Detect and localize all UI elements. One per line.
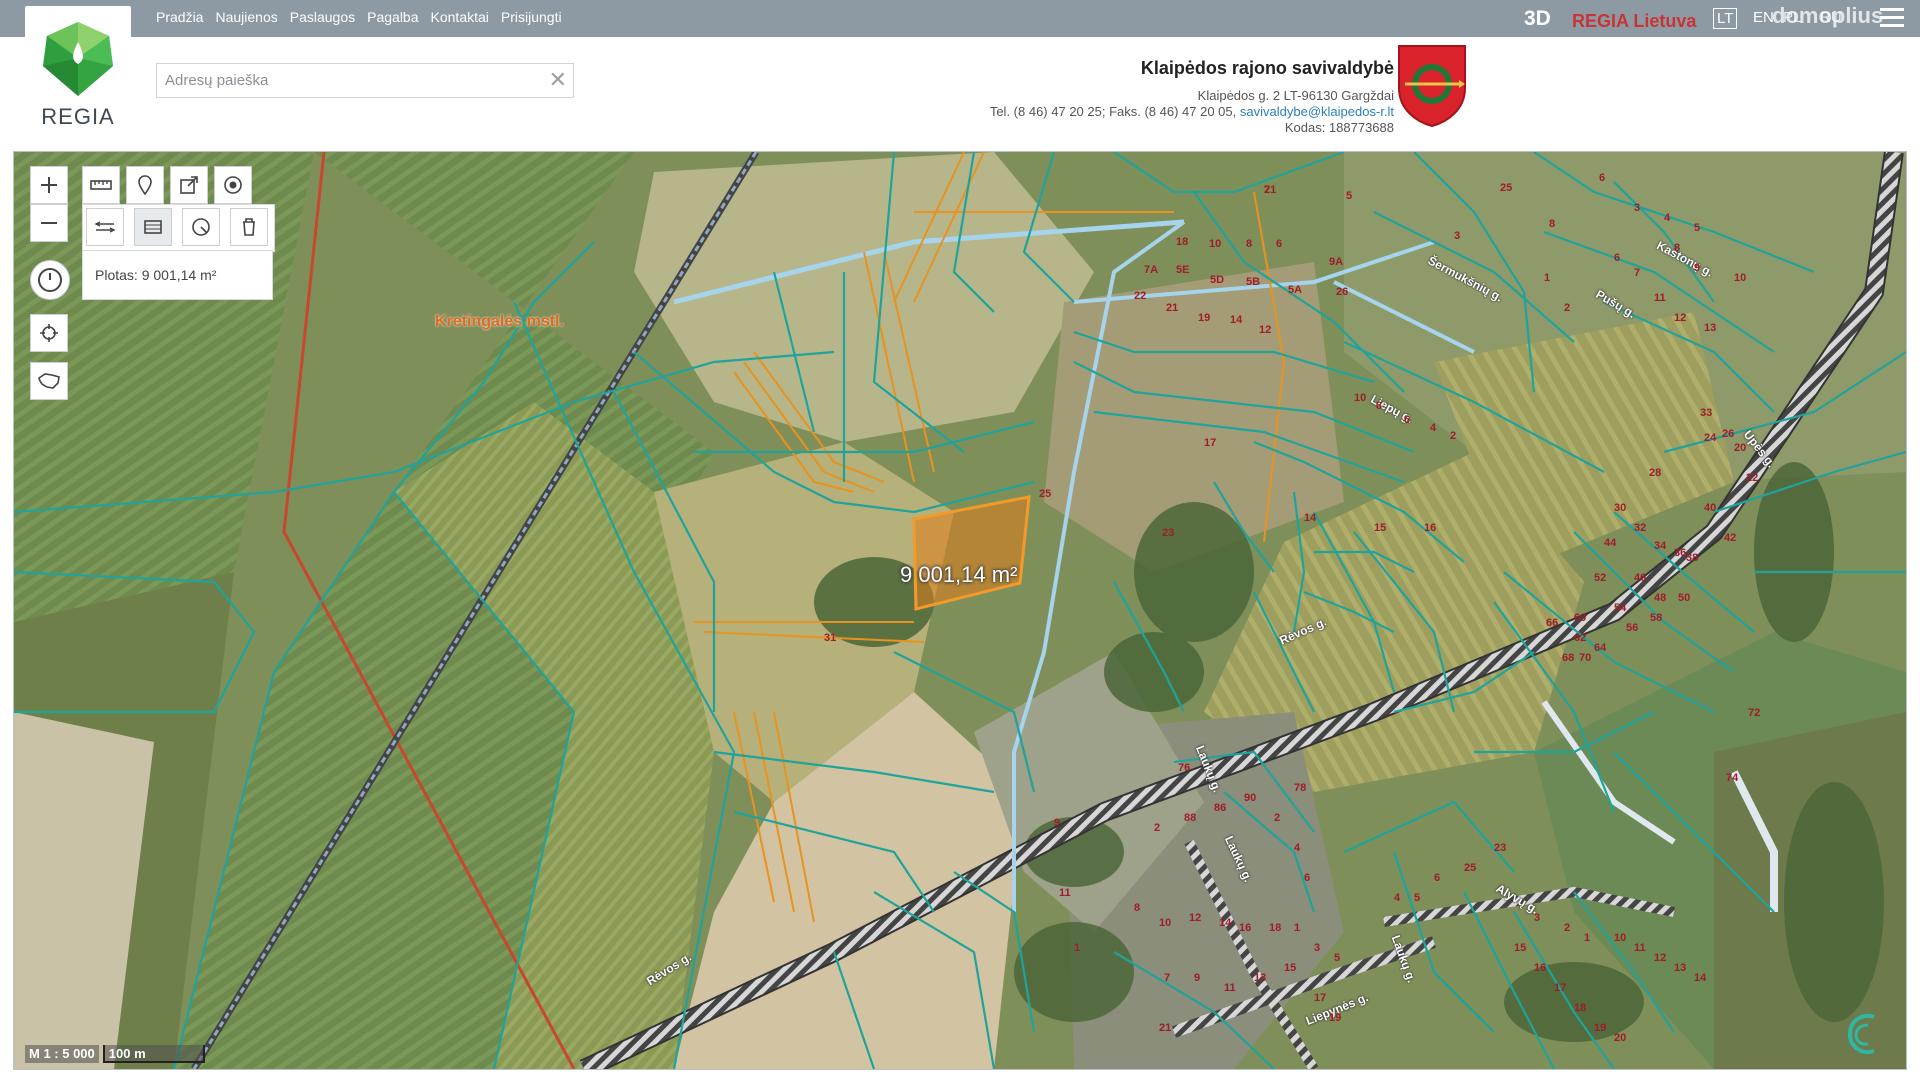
export-icon	[180, 176, 198, 194]
nav-help[interactable]: Pagalba	[367, 9, 418, 25]
zoom-in-icon	[41, 177, 57, 193]
scale-bar: M 1 : 5 000 100 m	[25, 1045, 205, 1063]
measure-button[interactable]	[82, 166, 120, 204]
target-icon	[224, 176, 242, 194]
lang-en-button[interactable]: EN	[1753, 9, 1774, 26]
watermark: domoplius	[1772, 3, 1884, 28]
municipality-contacts: Tel. (8 46) 47 20 25; Faks. (8 46) 47 20…	[794, 104, 1394, 120]
zoom-out-icon	[41, 222, 57, 224]
target-button[interactable]	[214, 166, 252, 204]
top-bar: Pradžia Naujienos Paslaugos Pagalba Kont…	[0, 0, 1920, 37]
address-search-input[interactable]	[163, 64, 547, 97]
map-canvas[interactable]	[14, 152, 1906, 1069]
export-button[interactable]	[170, 166, 208, 204]
measure-radius-button[interactable]	[182, 208, 220, 246]
nav-news[interactable]: Naujienos	[215, 9, 277, 25]
regia-corner-logo-icon	[1847, 1014, 1875, 1054]
locate-button[interactable]	[30, 314, 68, 352]
zoom-out-button[interactable]	[30, 204, 68, 242]
regia-logo-icon	[43, 22, 113, 96]
lithuania-extent-button[interactable]	[30, 362, 68, 400]
municipality-name: Klaipėdos rajono savivaldybė	[1140, 58, 1394, 78]
scale-ratio: M 1 : 5 000	[25, 1045, 99, 1063]
3d-button[interactable]: 3D	[1524, 7, 1551, 31]
clear-measure-button[interactable]	[230, 208, 268, 246]
pin-button[interactable]	[126, 166, 164, 204]
nav-contacts[interactable]: Kontaktai	[431, 9, 489, 25]
scale-length: 100 m	[102, 1045, 205, 1063]
hamburger-menu-icon[interactable]	[1880, 8, 1904, 32]
history-button[interactable]	[30, 260, 70, 300]
radius-icon	[192, 218, 210, 236]
municipality-phone: Tel. (8 46) 47 20 25; Faks. (8 46) 47 20…	[989, 104, 1237, 119]
regia-logo[interactable]: REGIA	[25, 6, 131, 134]
ruler-icon	[90, 180, 112, 190]
regia-lietuva-link[interactable]: REGIA Lietuva	[1572, 11, 1696, 32]
municipality-email-link[interactable]: savivaldybe@klaipedos-r.lt	[1240, 104, 1394, 119]
main-nav: Pradžia Naujienos Paslaugos Pagalba Kont…	[156, 9, 562, 25]
nav-home[interactable]: Pradžia	[156, 9, 203, 25]
crosshair-icon	[40, 324, 58, 342]
municipality-address: Klaipėdos g. 2 LT-96130 Gargždai	[1197, 88, 1394, 103]
measure-distance-button[interactable]	[86, 208, 124, 246]
lithuania-map-icon	[38, 373, 60, 389]
coat-of-arms-icon	[1398, 45, 1466, 128]
measure-area-button[interactable]	[134, 208, 172, 246]
clock-icon	[38, 268, 62, 292]
municipality-code: Kodas: 188773688	[1284, 120, 1394, 135]
town-label: Kretingalės mstl.	[435, 313, 564, 330]
nav-login[interactable]: Prisijungti	[501, 9, 562, 25]
pin-icon	[138, 175, 152, 195]
clear-icon[interactable]: ✕	[549, 67, 567, 93]
nav-services[interactable]: Paslaugos	[290, 9, 355, 25]
address-search: ✕	[156, 63, 574, 98]
lang-lt-button[interactable]: LT	[1713, 8, 1738, 29]
measured-area-label: 9 001,14 m²	[900, 562, 1018, 587]
distance-icon	[94, 221, 116, 233]
trash-icon	[243, 218, 255, 236]
logo-text: REGIA	[41, 104, 115, 129]
area-result: Plotas: 9 001,14 m²	[82, 250, 273, 300]
map-viewport[interactable]: Kretingalės mstl. 9 001,14 m² Šermukšnių…	[13, 151, 1907, 1070]
zoom-in-button[interactable]	[30, 166, 68, 204]
area-icon	[144, 220, 162, 234]
municipality-info: Klaipėdos rajono savivaldybė Klaipėdos g…	[794, 58, 1394, 136]
